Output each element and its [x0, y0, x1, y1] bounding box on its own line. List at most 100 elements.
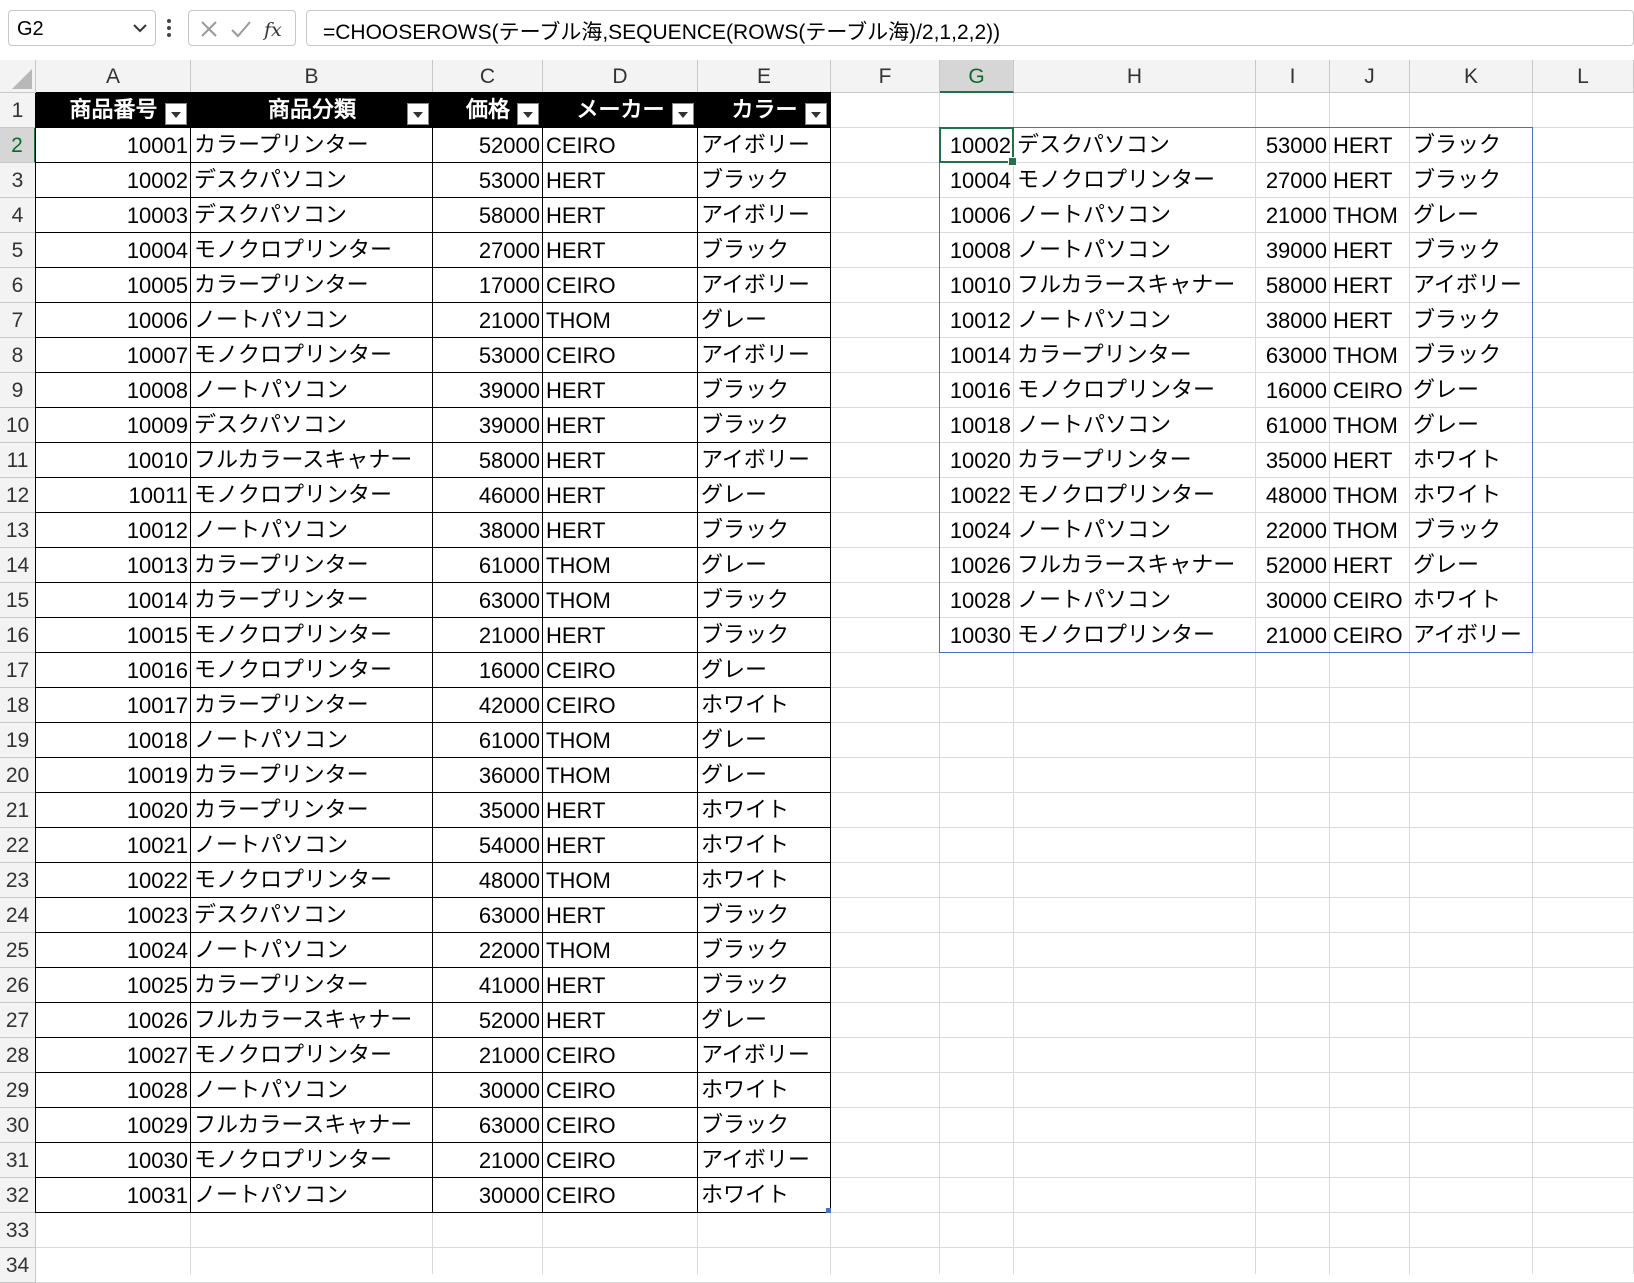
column-header-d[interactable]: D	[543, 60, 698, 93]
table-cell[interactable]: THOM	[543, 933, 698, 968]
table-cell[interactable]: THOM	[543, 583, 698, 618]
table-cell[interactable]: ホワイト	[698, 1178, 831, 1213]
row-header-1[interactable]: 1	[0, 93, 36, 128]
check-icon[interactable]	[229, 17, 253, 41]
spill-cell[interactable]: モノクロプリンター	[1014, 478, 1256, 513]
table-cell[interactable]: 30000	[433, 1073, 543, 1108]
table-cell[interactable]: フルカラースキャナー	[191, 443, 433, 478]
spill-cell[interactable]: 27000	[1256, 163, 1330, 198]
row-header-23[interactable]: 23	[0, 863, 36, 898]
table-cell[interactable]: モノクロプリンター	[191, 653, 433, 688]
spill-cell[interactable]: THOM	[1330, 478, 1410, 513]
table-cell[interactable]: 10006	[36, 303, 191, 338]
spill-cell[interactable]: CEIRO	[1330, 618, 1410, 653]
table-cell[interactable]: 10005	[36, 268, 191, 303]
spill-cell[interactable]: ノートパソコン	[1014, 583, 1256, 618]
table-cell[interactable]: ホワイト	[698, 863, 831, 898]
table-cell[interactable]: ブラック	[698, 618, 831, 653]
table-cell[interactable]: ホワイト	[698, 793, 831, 828]
table-cell[interactable]: ノートパソコン	[191, 1073, 433, 1108]
table-cell[interactable]: 46000	[433, 478, 543, 513]
table-cell[interactable]: モノクロプリンター	[191, 618, 433, 653]
table-cell[interactable]: 38000	[433, 513, 543, 548]
row-header-27[interactable]: 27	[0, 1003, 36, 1038]
spill-cell[interactable]: 10030	[940, 618, 1014, 653]
table-cell[interactable]: CEIRO	[543, 338, 698, 373]
spill-cell[interactable]: THOM	[1330, 338, 1410, 373]
spill-cell[interactable]: 39000	[1256, 233, 1330, 268]
table-cell[interactable]: ブラック	[698, 968, 831, 1003]
spill-cell[interactable]: ホワイト	[1410, 443, 1533, 478]
column-header-a[interactable]: A	[36, 60, 191, 93]
filter-dropdown-icon[interactable]	[517, 103, 539, 125]
table-cell[interactable]: ノートパソコン	[191, 303, 433, 338]
column-header-c[interactable]: C	[433, 60, 543, 93]
table-cell[interactable]: CEIRO	[543, 268, 698, 303]
table-cell[interactable]: HERT	[543, 898, 698, 933]
spill-cell[interactable]: HERT	[1330, 163, 1410, 198]
spill-cell[interactable]: ブラック	[1410, 128, 1533, 163]
table-header-product-category[interactable]: 商品分類	[191, 93, 433, 128]
spill-cell[interactable]: 38000	[1256, 303, 1330, 338]
filter-dropdown-icon[interactable]	[805, 103, 827, 125]
table-cell[interactable]: HERT	[543, 163, 698, 198]
table-cell[interactable]: フルカラースキャナー	[191, 1108, 433, 1143]
spill-cell[interactable]: ホワイト	[1410, 583, 1533, 618]
table-cell[interactable]: グレー	[698, 758, 831, 793]
table-cell[interactable]: 10012	[36, 513, 191, 548]
row-header-9[interactable]: 9	[0, 373, 36, 408]
table-cell[interactable]: CEIRO	[543, 653, 698, 688]
table-cell[interactable]: カラープリンター	[191, 548, 433, 583]
table-cell[interactable]: 10031	[36, 1178, 191, 1213]
column-header-l[interactable]: L	[1533, 60, 1634, 93]
table-cell[interactable]: モノクロプリンター	[191, 1143, 433, 1178]
row-header-24[interactable]: 24	[0, 898, 36, 933]
row-header-10[interactable]: 10	[0, 408, 36, 443]
table-cell[interactable]: 10014	[36, 583, 191, 618]
table-cell[interactable]: ブラック	[698, 408, 831, 443]
row-header-13[interactable]: 13	[0, 513, 36, 548]
table-cell[interactable]: 54000	[433, 828, 543, 863]
spill-cell[interactable]: 10024	[940, 513, 1014, 548]
table-cell[interactable]: グレー	[698, 303, 831, 338]
table-cell[interactable]: ホワイト	[698, 688, 831, 723]
table-cell[interactable]: 10023	[36, 898, 191, 933]
table-cell[interactable]: THOM	[543, 758, 698, 793]
table-cell[interactable]: 21000	[433, 1143, 543, 1178]
table-cell[interactable]: 10019	[36, 758, 191, 793]
table-cell[interactable]: 21000	[433, 303, 543, 338]
table-cell[interactable]: アイボリー	[698, 443, 831, 478]
table-cell[interactable]: HERT	[543, 233, 698, 268]
spill-cell[interactable]: フルカラースキャナー	[1014, 268, 1256, 303]
table-cell[interactable]: アイボリー	[698, 1143, 831, 1178]
table-cell[interactable]: 36000	[433, 758, 543, 793]
table-cell[interactable]: 10018	[36, 723, 191, 758]
spill-cell[interactable]: グレー	[1410, 548, 1533, 583]
table-cell[interactable]: CEIRO	[543, 1178, 698, 1213]
spill-cell[interactable]: 53000	[1256, 128, 1330, 163]
table-cell[interactable]: 58000	[433, 198, 543, 233]
table-cell[interactable]: 52000	[433, 1003, 543, 1038]
spill-cell[interactable]: ブラック	[1410, 233, 1533, 268]
spill-cell[interactable]: 10010	[940, 268, 1014, 303]
table-cell[interactable]: 58000	[433, 443, 543, 478]
table-cell[interactable]: HERT	[543, 443, 698, 478]
table-cell[interactable]: CEIRO	[543, 688, 698, 723]
table-cell[interactable]: 10024	[36, 933, 191, 968]
vertical-dots-icon[interactable]	[164, 14, 174, 42]
spill-cell[interactable]: 10006	[940, 198, 1014, 233]
spill-cell[interactable]: 10022	[940, 478, 1014, 513]
table-header-color[interactable]: カラー	[698, 93, 831, 128]
column-header-e[interactable]: E	[698, 60, 831, 93]
table-cell[interactable]: グレー	[698, 1003, 831, 1038]
spill-cell[interactable]: カラープリンター	[1014, 443, 1256, 478]
table-cell[interactable]: 10007	[36, 338, 191, 373]
spill-cell[interactable]: CEIRO	[1330, 373, 1410, 408]
spill-cell[interactable]: 10004	[940, 163, 1014, 198]
table-cell[interactable]: 10004	[36, 233, 191, 268]
table-cell[interactable]: デスクパソコン	[191, 408, 433, 443]
table-cell[interactable]: 61000	[433, 548, 543, 583]
table-resize-handle[interactable]	[826, 1208, 831, 1213]
table-cell[interactable]: 52000	[433, 128, 543, 163]
spill-cell[interactable]: ノートパソコン	[1014, 198, 1256, 233]
